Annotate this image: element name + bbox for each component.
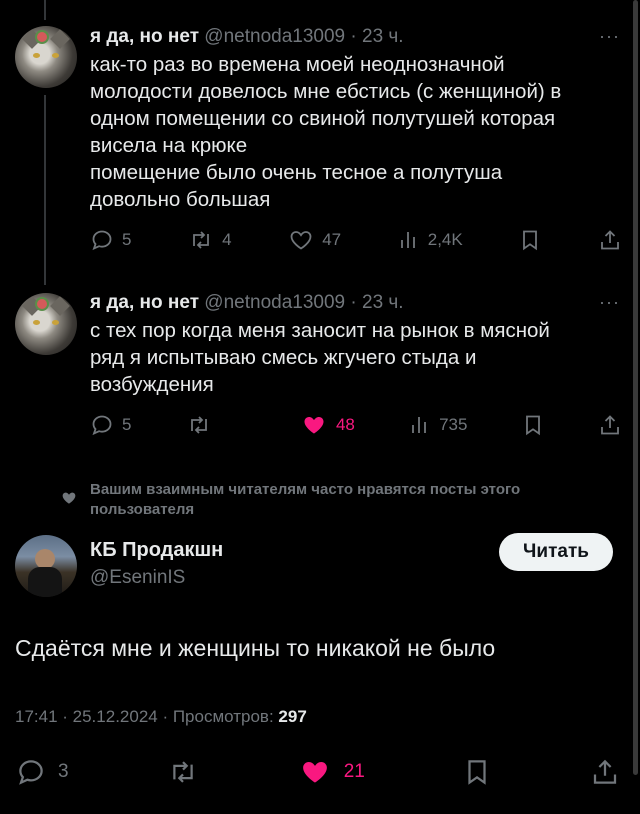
more-options-icon[interactable]: ··· — [599, 26, 620, 47]
repost-button[interactable] — [167, 757, 199, 787]
flower-decoration — [37, 299, 47, 309]
tweet-text-line: молодости довелось мне ебстись (с женщин… — [90, 80, 562, 103]
reply-button[interactable]: 3 — [16, 757, 69, 787]
tweet-text: как-то раз во времена моей неоднозначной… — [90, 51, 620, 213]
social-context-line: пользователя — [90, 501, 195, 518]
heart-filled-icon — [302, 762, 327, 783]
tweet-text-line: одном помещении со свиной полутушей кото… — [90, 107, 556, 130]
like-count: 21 — [343, 761, 365, 782]
repost-count: 4 — [222, 230, 232, 249]
cat-eye — [52, 320, 59, 325]
bookmark-button[interactable] — [463, 757, 491, 787]
like-count: 47 — [322, 230, 342, 249]
cat-ear — [50, 296, 70, 316]
tweet-2[interactable]: я да, но нет @netnoda13009 · 23 ч. с тех… — [90, 290, 620, 398]
views-button[interactable]: 735 — [409, 413, 467, 437]
bookmark-icon — [525, 415, 540, 436]
social-context-line: Вашим взаимным читателям часто нравятся … — [90, 481, 521, 498]
repost-icon — [173, 761, 193, 783]
like-button[interactable]: 21 — [298, 757, 365, 787]
cat-eye — [33, 320, 40, 325]
reply-count: 3 — [58, 761, 69, 782]
tweet-header: я да, но нет @netnoda13009 · 23 ч. — [90, 24, 620, 50]
reply-count: 5 — [122, 230, 132, 249]
follow-button[interactable]: Читать — [499, 533, 613, 571]
tweet-text-line: возбуждения — [90, 373, 214, 396]
timestamp[interactable]: · 23 ч. — [350, 26, 403, 47]
tweet-text: Сдаётся мне и женщины то никакой не было — [15, 635, 496, 661]
tweet-actions: 5 48 735 — [90, 411, 622, 439]
views-count: 735 — [439, 415, 468, 434]
views-icon — [400, 232, 415, 248]
tweet-text-line: ряд я испытываю смесь жгучего стыда и — [90, 346, 477, 369]
heart-icon — [60, 490, 78, 511]
views-count: 2,4K — [427, 230, 463, 249]
tweet-text-line: довольно большая — [90, 188, 271, 211]
more-options-icon[interactable]: ··· — [599, 292, 620, 313]
tweet-1[interactable]: я да, но нет @netnoda13009 · 23 ч. как-т… — [90, 24, 620, 213]
user-handle[interactable]: @netnoda13009 — [204, 292, 345, 313]
repost-icon — [190, 416, 207, 434]
tweet-actions: 5 4 47 2,4K — [90, 226, 622, 254]
tweet-text-line: висела на крюке — [90, 134, 248, 157]
views-button[interactable]: 2,4K — [398, 228, 463, 252]
tweet-text-line: помещение было очень тесное а полутуша — [90, 161, 503, 184]
bookmark-icon — [523, 230, 538, 251]
reply-icon — [19, 760, 43, 785]
cat-ear — [50, 29, 70, 49]
user-handle[interactable]: @netnoda13009 — [204, 26, 345, 47]
repost-button[interactable] — [186, 413, 246, 437]
display-name[interactable]: я да, но нет — [90, 292, 199, 313]
display-name[interactable]: КБ Продакшн — [90, 539, 223, 562]
reply-count: 5 — [122, 415, 132, 434]
scrollbar[interactable] — [633, 0, 638, 775]
views-icon — [412, 417, 426, 433]
tweet-meta: 17:41 · 25.12.2024 · Просмотров: 297 — [15, 707, 307, 727]
share-button[interactable] — [598, 413, 622, 437]
avatar[interactable] — [15, 293, 77, 355]
avatar-person-head — [35, 549, 55, 569]
bookmark-icon — [468, 760, 487, 785]
social-context: Вашим взаимным читателям часто нравятся … — [90, 480, 620, 520]
share-icon — [601, 230, 619, 250]
cat-eye — [52, 53, 59, 58]
tweet-header: я да, но нет @netnoda13009 · 23 ч. — [90, 290, 620, 316]
tweet-text-line: как-то раз во времена моей неоднозначной — [90, 53, 505, 76]
bookmark-button[interactable] — [519, 228, 541, 252]
reply-icon — [92, 415, 112, 436]
tweet-text-line: с тех пор когда меня заносит на рынок в … — [90, 319, 550, 342]
thread-connector-line — [44, 95, 46, 285]
heart-filled-icon — [304, 417, 324, 434]
avatar[interactable] — [15, 535, 77, 597]
like-button[interactable]: 48 — [300, 413, 355, 437]
views-count: 297 — [278, 707, 307, 726]
reply-button[interactable]: 5 — [90, 228, 131, 252]
heart-outline-icon — [290, 231, 312, 250]
like-button[interactable]: 47 — [288, 228, 341, 252]
tweet-text: с тех пор когда меня заносит на рынок в … — [90, 317, 620, 398]
like-count: 48 — [335, 415, 355, 434]
avatar-person-body — [28, 567, 62, 597]
reply-icon — [92, 230, 112, 251]
display-name[interactable]: я да, но нет — [90, 26, 199, 47]
reply-button[interactable]: 5 — [90, 413, 131, 437]
repost-icon — [193, 231, 209, 249]
repost-button[interactable]: 4 — [188, 228, 232, 252]
share-button[interactable] — [598, 228, 622, 252]
share-button[interactable] — [590, 757, 620, 787]
flower-decoration — [37, 32, 47, 42]
tweet-actions: 3 21 — [16, 754, 620, 790]
timestamp[interactable]: · 23 ч. — [350, 292, 403, 313]
timestamp[interactable]: 17:41 · 25.12.2024 · Просмотров: — [15, 707, 278, 726]
share-icon — [601, 415, 619, 435]
cat-eye — [33, 53, 40, 58]
thread-connector-line-top — [44, 0, 46, 20]
user-handle[interactable]: @EseninIS — [90, 567, 185, 589]
share-icon — [593, 759, 617, 784]
bookmark-button[interactable] — [522, 413, 544, 437]
avatar[interactable] — [15, 26, 77, 88]
